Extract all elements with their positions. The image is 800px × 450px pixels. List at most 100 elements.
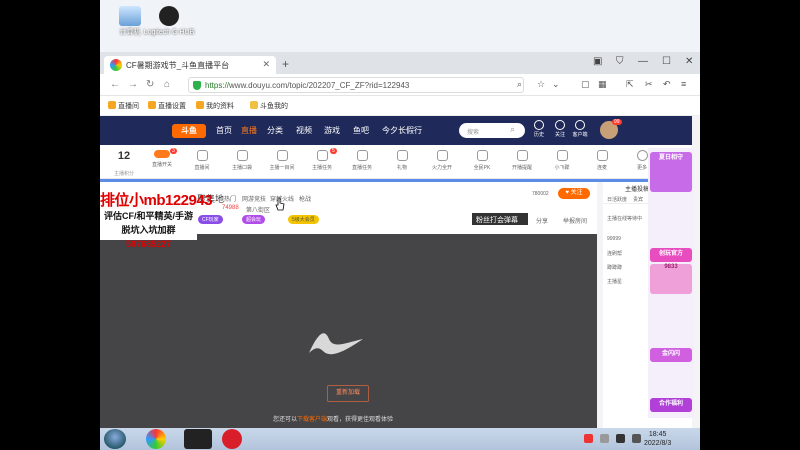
search-icon[interactable]: ⌕ bbox=[510, 124, 515, 135]
browser-taskbar-icon[interactable] bbox=[146, 429, 166, 449]
room-category[interactable]: 网游竞技 bbox=[242, 194, 266, 203]
taskbar: 18:45 2022/8/3 bbox=[100, 428, 700, 450]
nav-games[interactable]: 游戏 bbox=[324, 125, 340, 136]
history-button[interactable]: 历史 bbox=[531, 120, 547, 138]
tool-pk[interactable]: 全民PK bbox=[464, 150, 500, 171]
clipboard-icon bbox=[276, 150, 288, 161]
avatar-badge: 99 bbox=[612, 119, 622, 125]
bookmark-item[interactable]: 直播设置 bbox=[148, 101, 186, 111]
tool-reminder[interactable]: 开播提醒 bbox=[504, 150, 540, 171]
room-location: 第八街区 bbox=[246, 208, 271, 214]
follow-button[interactable]: ♥ 关注 bbox=[558, 188, 590, 199]
nav-event[interactable]: 今夕长假行 bbox=[382, 125, 422, 136]
tab-activity[interactable]: 日活跃度 bbox=[607, 196, 627, 203]
grid-icon[interactable]: ▦ bbox=[598, 79, 607, 90]
nav-live[interactable]: 直播 bbox=[241, 125, 257, 136]
close-tab-icon[interactable]: ✕ bbox=[262, 59, 270, 70]
clock-icon bbox=[534, 120, 544, 130]
bookmark-item[interactable]: 直播间 bbox=[108, 101, 139, 111]
new-tab-icon[interactable]: + bbox=[282, 57, 289, 71]
tool-fire[interactable]: 火力全开 bbox=[424, 150, 460, 171]
menu-icon[interactable]: ≡ bbox=[681, 79, 686, 89]
close-window-icon[interactable]: ✕ bbox=[685, 56, 693, 67]
tray-volume-icon[interactable] bbox=[632, 434, 641, 443]
ghub-taskbar-icon[interactable] bbox=[184, 429, 212, 449]
bookmark-icon bbox=[108, 101, 116, 109]
home-icon[interactable]: ⌂ bbox=[164, 79, 170, 90]
start-button[interactable] bbox=[104, 429, 126, 449]
minimize-icon[interactable]: — bbox=[638, 56, 648, 67]
scissors-icon[interactable]: ✂ bbox=[645, 79, 653, 90]
search-icon[interactable]: ⌕ bbox=[517, 79, 522, 90]
reader-icon[interactable]: ▣ bbox=[593, 56, 602, 67]
report-button[interactable]: 举报房间 bbox=[563, 216, 587, 225]
maximize-icon[interactable]: ☐ bbox=[662, 56, 671, 67]
video-player[interactable]: 重新加载 您还可以下载客户端观看，获得更佳观看体验 bbox=[100, 234, 597, 428]
tab-vip[interactable]: 贵宾 bbox=[633, 196, 643, 203]
pin-icon[interactable]: ⇱ bbox=[626, 79, 634, 90]
secure-shield-icon bbox=[193, 81, 201, 90]
tool-badge: 5 bbox=[330, 148, 337, 154]
douyu-logo[interactable]: 斗鱼 bbox=[172, 124, 206, 138]
tool-pocket[interactable]: 主播口袋 bbox=[224, 150, 260, 171]
tool-glance[interactable]: 主播一目间 bbox=[264, 150, 300, 171]
reload-icon[interactable]: ↻ bbox=[146, 79, 154, 90]
desktop-icon-label: Logitech G HUB bbox=[143, 29, 195, 36]
tool-live-task[interactable]: 直播任务 bbox=[344, 150, 380, 171]
badge-pill: CF玩家 bbox=[198, 215, 223, 224]
undo-icon[interactable]: ↶ bbox=[663, 79, 671, 90]
shirt-icon[interactable]: ⛉ bbox=[616, 56, 624, 67]
system-clock[interactable]: 18:45 2022/8/3 bbox=[644, 430, 671, 448]
tool-gift[interactable]: 礼物 bbox=[384, 150, 420, 171]
client-button[interactable]: 客户端 bbox=[572, 120, 588, 138]
panel-line: 蹲蹲蹲 bbox=[607, 265, 623, 271]
room-tag[interactable]: 热门 bbox=[224, 194, 236, 203]
tray-s-icon[interactable] bbox=[584, 434, 593, 443]
screenshot-icon[interactable]: ▢ bbox=[581, 79, 590, 90]
overlay-subtitle: 评估CF/和平精英/手游 脱坑入坑加群597685227 bbox=[100, 209, 197, 249]
calendar-icon bbox=[356, 150, 368, 161]
tool-live-room[interactable]: 直播间 bbox=[184, 150, 220, 171]
site-header: 斗鱼 首页 直播 分类 视频 游戏 鱼吧 今夕长假行 搜索 ⌕ 历史 关注 客户… bbox=[100, 116, 692, 145]
search-input[interactable]: 搜索 bbox=[459, 123, 525, 138]
gift-danmaku-button[interactable]: 粉丝打会弹幕 bbox=[472, 213, 528, 225]
star-icon[interactable]: ☆ bbox=[537, 79, 545, 90]
bookmark-folder[interactable]: 斗鱼我的 bbox=[250, 101, 288, 111]
bookmark-item[interactable]: 我的资料 bbox=[196, 101, 234, 111]
bookmark-icon bbox=[148, 101, 156, 109]
browser-tab[interactable]: CF暑期游戏节_斗鱼直播平台 ✕ bbox=[104, 56, 276, 74]
tool-mic[interactable]: 连麦 bbox=[584, 150, 620, 171]
panel-line: 连刷帮 bbox=[607, 251, 623, 257]
hot-count: 74988 bbox=[222, 205, 239, 211]
heart-icon bbox=[555, 120, 565, 130]
tray-arrow-icon[interactable] bbox=[600, 434, 609, 443]
room-topic[interactable]: 枪战 bbox=[299, 194, 311, 203]
download-client-link[interactable]: 下载客户端 bbox=[297, 417, 327, 423]
chevron-down-icon[interactable]: ⌄ bbox=[552, 79, 560, 90]
checklist-icon bbox=[316, 150, 328, 161]
promo-card[interactable]: 9833 bbox=[650, 264, 692, 294]
nav-home[interactable]: 首页 bbox=[216, 125, 232, 136]
promo-card[interactable]: 创玩官方 bbox=[650, 248, 692, 262]
url-input[interactable]: https://www.douyu.com/topic/202207_CF_ZF… bbox=[188, 77, 524, 93]
tray-app-icon[interactable] bbox=[616, 434, 625, 443]
netease-music-taskbar-icon[interactable] bbox=[222, 429, 242, 449]
promo-card[interactable]: 金闪闪 bbox=[650, 348, 692, 362]
promo-card[interactable]: 夏日相守 bbox=[650, 152, 692, 192]
follow-list-button[interactable]: 关注 bbox=[552, 120, 568, 138]
anchor-toolbar: 12 主播积分 直播开关 3 直播间 主播口袋 主播一目间 主播任务 5 直播任务… bbox=[100, 145, 692, 179]
reload-button[interactable]: 重新加载 bbox=[327, 385, 369, 402]
back-icon[interactable]: ← bbox=[110, 79, 120, 90]
tool-ufo[interactable]: 小飞碟 bbox=[544, 150, 580, 171]
fire-icon bbox=[436, 150, 448, 161]
share-button[interactable]: 分享 bbox=[536, 216, 548, 225]
folder-icon bbox=[250, 101, 258, 109]
nav-category[interactable]: 分类 bbox=[267, 125, 283, 136]
promo-card[interactable]: 合作福利 bbox=[650, 398, 692, 412]
forward-icon[interactable]: → bbox=[128, 79, 138, 90]
desktop-icon-logitech[interactable]: Logitech G HUB bbox=[142, 6, 196, 37]
nav-yuba[interactable]: 鱼吧 bbox=[353, 125, 369, 136]
tool-badge: 3 bbox=[170, 148, 177, 154]
hand-cursor-icon bbox=[275, 197, 285, 211]
nav-video[interactable]: 视频 bbox=[296, 125, 312, 136]
